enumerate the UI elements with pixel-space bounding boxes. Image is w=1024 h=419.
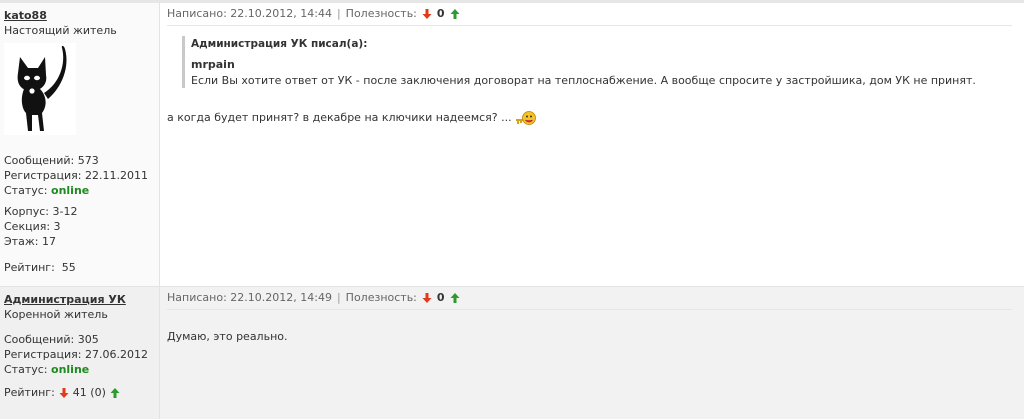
author-status: Статус: online xyxy=(4,183,155,198)
avatar[interactable] xyxy=(4,43,76,135)
author-registration: Регистрация: 22.11.2011 xyxy=(4,169,148,182)
author-rank: Настоящий житель xyxy=(4,24,117,37)
author-rating: Рейтинг: 55 xyxy=(4,260,155,275)
status-label: Статус: xyxy=(4,363,48,376)
author-rating: Рейтинг: 41 (0) xyxy=(4,385,155,400)
author-registration: Регистрация: 27.06.2012 xyxy=(4,348,148,361)
green-up-arrow-icon[interactable] xyxy=(450,293,460,303)
meta-divider xyxy=(167,25,1012,26)
usefulness-count: 0 xyxy=(436,291,445,304)
forum-post: kato88 Настоящий житель Сообщений: 573 Р… xyxy=(0,3,1024,286)
author-username-link[interactable]: Администрация УК xyxy=(4,293,126,306)
forum-post: Администрация УК Коренной житель Сообщен… xyxy=(0,286,1024,419)
status-online: online xyxy=(51,363,90,376)
rating-label: Рейтинг: xyxy=(4,261,55,274)
author-floor: Этаж: 17 xyxy=(4,235,56,248)
quote-block: Администрация УК писал(а): mrpain Если В… xyxy=(182,36,1001,88)
usefulness-label: Полезность: xyxy=(345,7,417,20)
post-author-panel: Администрация УК Коренной житель Сообщен… xyxy=(0,287,160,419)
key-smiley-icon xyxy=(516,111,537,125)
meta-separator: | xyxy=(336,7,341,20)
post-author-panel: kato88 Настоящий житель Сообщений: 573 Р… xyxy=(0,3,160,286)
meta-divider xyxy=(167,309,1012,310)
author-section: Секция: 3 xyxy=(4,220,61,233)
rating-value: 41 (0) xyxy=(72,386,106,399)
rating-label: Рейтинг: xyxy=(4,386,55,399)
green-up-arrow-icon[interactable] xyxy=(450,9,460,19)
author-message-count: Сообщений: 305 xyxy=(4,333,99,346)
usefulness-label: Полезность: xyxy=(345,291,417,304)
rating-value: 55 xyxy=(61,261,76,274)
post-content: Написано: 22.10.2012, 14:44 | Полезность… xyxy=(160,3,1024,286)
post-message: а когда будет принят? в декабре на ключи… xyxy=(167,110,1024,126)
quote-header: Администрация УК писал(а): xyxy=(191,38,368,50)
author-status: Статус: online xyxy=(4,362,155,377)
status-online: online xyxy=(51,184,90,197)
author-message-count: Сообщений: 573 xyxy=(4,154,99,167)
red-down-arrow-icon[interactable] xyxy=(59,387,69,398)
author-username-link[interactable]: kato88 xyxy=(4,9,47,22)
author-rank: Коренной житель xyxy=(4,308,108,321)
post-date: Написано: 22.10.2012, 14:44 xyxy=(167,7,332,20)
red-down-arrow-icon[interactable] xyxy=(422,293,432,303)
post-meta: Написано: 22.10.2012, 14:49 | Полезность… xyxy=(167,287,1024,309)
usefulness-count: 0 xyxy=(436,7,445,20)
green-up-arrow-icon[interactable] xyxy=(110,387,120,398)
post-message-text: а когда будет принят? в декабре на ключи… xyxy=(167,111,512,124)
meta-separator: | xyxy=(336,291,341,304)
post-meta: Написано: 22.10.2012, 14:44 | Полезность… xyxy=(167,3,1024,25)
quote-text: Если Вы хотите ответ от УК - после заклю… xyxy=(191,74,976,87)
status-label: Статус: xyxy=(4,184,48,197)
quote-author: mrpain xyxy=(191,58,235,71)
author-building: Корпус: 3-12 xyxy=(4,205,78,218)
post-date: Написано: 22.10.2012, 14:49 xyxy=(167,291,332,304)
red-down-arrow-icon[interactable] xyxy=(422,9,432,19)
post-content: Написано: 22.10.2012, 14:49 | Полезность… xyxy=(160,287,1024,419)
post-message: Думаю, это реально. xyxy=(167,330,288,343)
